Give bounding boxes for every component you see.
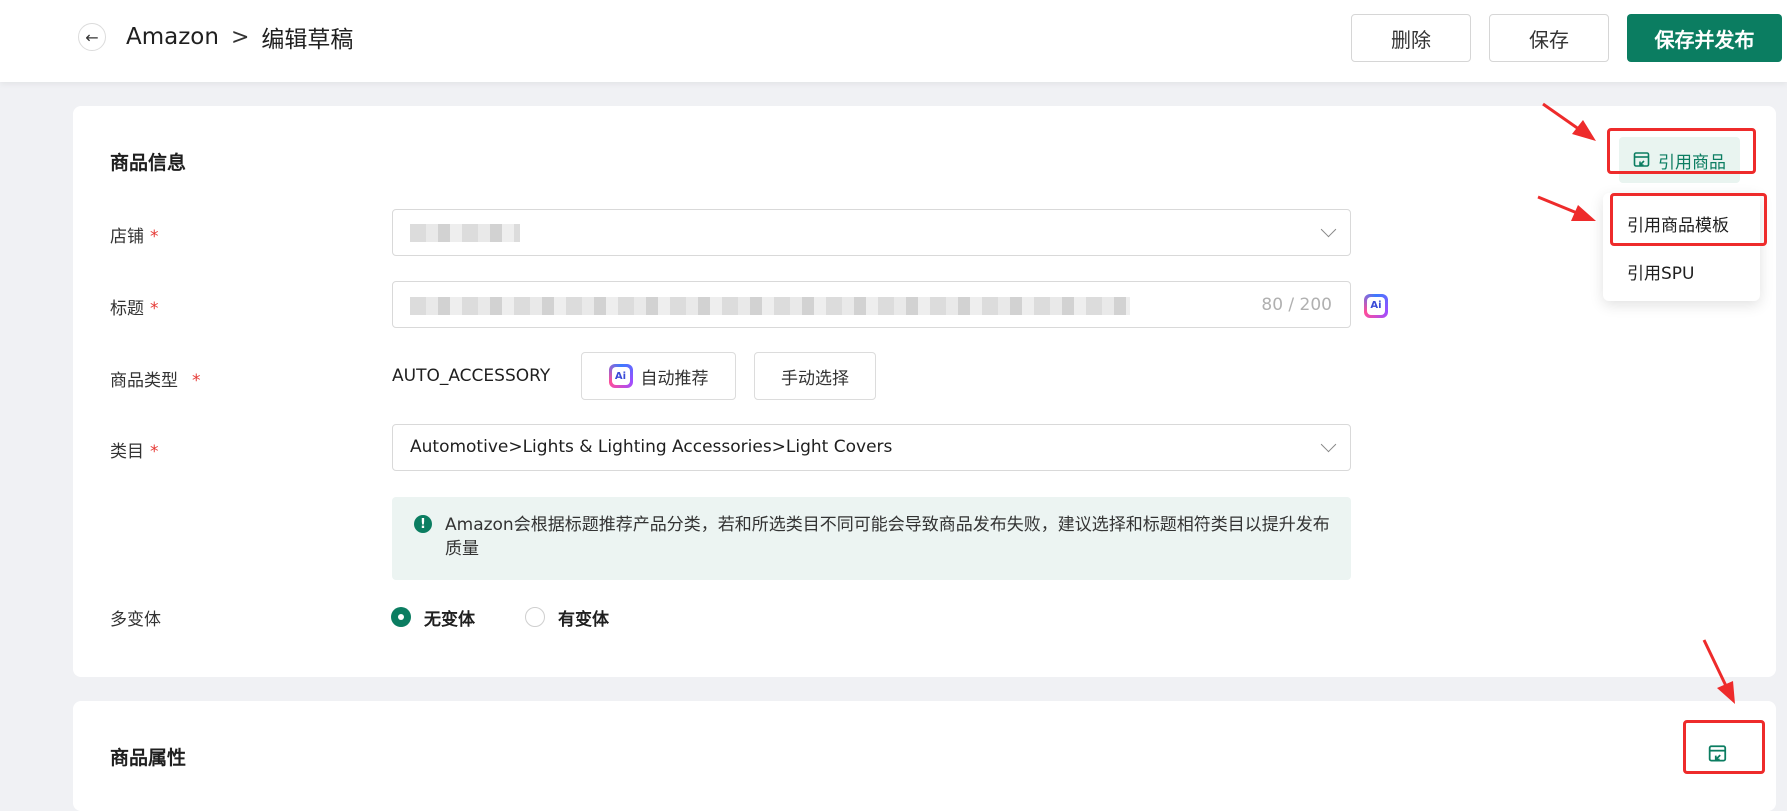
- red-arrow-3: [1702, 639, 1735, 704]
- red-arrow-2: [1537, 195, 1596, 221]
- annotation-arrows: [1537, 102, 1735, 704]
- red-arrow-1: [1542, 102, 1596, 141]
